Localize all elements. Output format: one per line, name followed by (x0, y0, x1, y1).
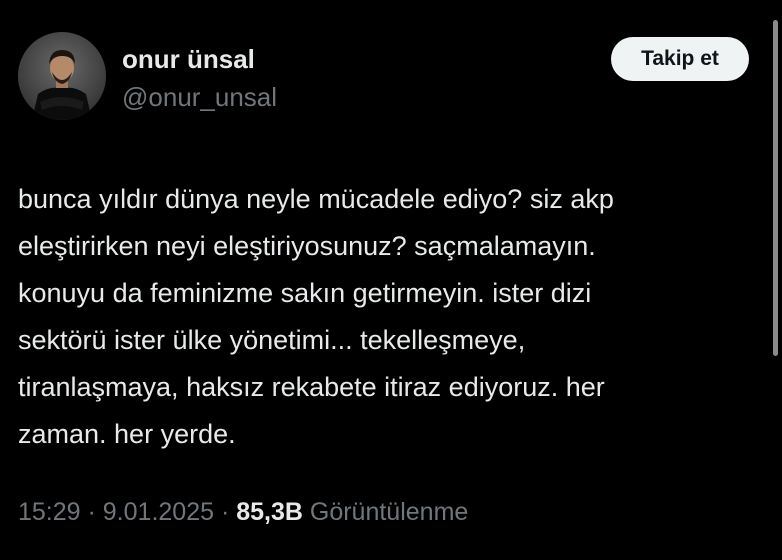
follow-button[interactable]: Takip et (611, 37, 749, 81)
tweet-text-line: bunca yıldır dünya neyle mücadele ediyo?… (18, 184, 614, 214)
tweet-date[interactable]: 9.01.2025 (103, 498, 214, 526)
tweet-meta: 15:29 · 9.01.2025 · 85,3B Görüntülenme (18, 498, 468, 527)
views-count: 85,3B (236, 498, 303, 526)
meta-separator: · (80, 498, 103, 526)
meta-separator: · (214, 498, 237, 526)
author-handle[interactable]: @onur_unsal (122, 82, 277, 113)
tweet-text-line: tiranlaşmaya, haksız rekabete itiraz edi… (18, 372, 605, 402)
views-label: Görüntülenme (302, 498, 469, 526)
tweet-text-line: konuyu da feminizme sakın getirmeyin. is… (18, 278, 592, 308)
tweet-text: bunca yıldır dünya neyle mücadele ediyo?… (18, 176, 763, 458)
tweet-text-line: zaman. her yerde. (18, 419, 236, 449)
tweet-text-line: sektörü ister ülke yönetimi... tekelleşm… (18, 325, 526, 355)
avatar-photo (18, 32, 106, 120)
author-display-name[interactable]: onur ünsal (122, 44, 255, 75)
tweet-card: onur ünsal @onur_unsal Takip et bunca yı… (0, 0, 782, 560)
tweet-time[interactable]: 15:29 (18, 498, 81, 526)
tweet-text-line: eleştirirken neyi eleştiriyosunuz? saçma… (18, 231, 596, 261)
scrollbar[interactable] (773, 20, 778, 356)
avatar[interactable] (18, 32, 106, 120)
